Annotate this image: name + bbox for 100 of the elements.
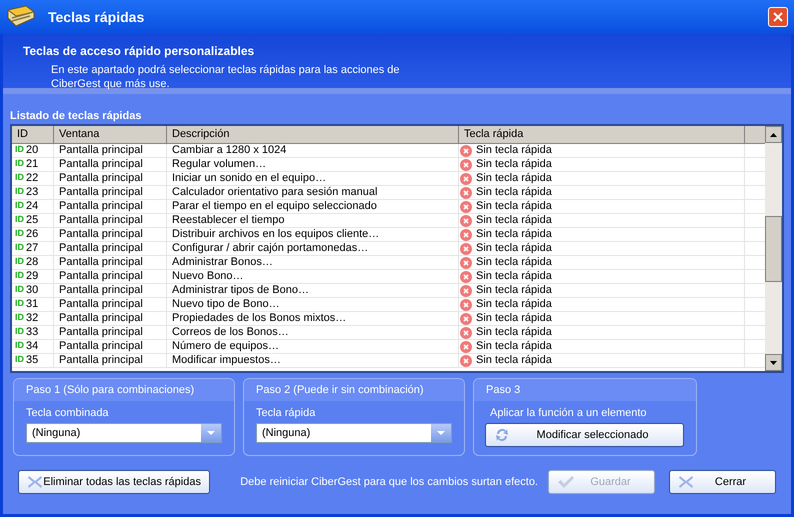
table-cell: 25 — [26, 214, 38, 227]
field-label: Tecla rápida — [256, 406, 316, 421]
dropdown[interactable]: (Ninguna) — [256, 423, 452, 443]
id-label: ID — [15, 312, 24, 324]
check-icon — [557, 475, 575, 489]
id-label: ID — [15, 144, 24, 156]
table-cell: Propiedades de los Bonos mixtos… — [172, 312, 346, 324]
table-cell: Sin tecla rápida — [476, 158, 552, 171]
table-cell: Sin tecla rápida — [476, 242, 552, 255]
table-cell: Sin tecla rápida — [476, 214, 552, 227]
error-icon — [460, 144, 472, 156]
id-label: ID — [15, 186, 24, 198]
column-header[interactable]: ID — [12, 126, 54, 143]
table-cell: Pantalla principal — [59, 242, 143, 254]
close-dialog-button[interactable]: Cerrar — [669, 470, 776, 494]
table-cell: Pantalla principal — [59, 144, 143, 156]
restart-notice: Debe reiniciar CiberGest para que los cambios surtan efecto. — [240, 474, 538, 490]
table-cell: 30 — [26, 284, 38, 297]
list-title: Listado de teclas rápidas — [10, 110, 142, 122]
table-cell: Configurar / abrir cajón portamonedas… — [172, 242, 368, 254]
table-cell: Sin tecla rápida — [476, 354, 552, 367]
table-cell: Reestablecer el tiempo — [172, 214, 285, 226]
table-cell: Parar el tiempo en el equipo seleccionado — [172, 200, 377, 212]
field-label: Tecla combinada — [26, 406, 110, 421]
dropdown-arrow-icon — [437, 431, 445, 435]
table-cell: Sin tecla rápida — [476, 326, 552, 339]
scrollbar[interactable] — [765, 126, 782, 371]
id-label: ID — [15, 326, 24, 338]
id-label: ID — [15, 340, 24, 352]
column-header[interactable]: Ventana — [54, 126, 167, 143]
table-cell: Iniciar un sonido en el equipo… — [172, 172, 326, 184]
table-cell: 29 — [26, 270, 38, 283]
table-cell: Pantalla principal — [59, 214, 143, 226]
table-cell: 24 — [26, 200, 38, 213]
error-icon — [460, 186, 472, 198]
dropdown[interactable]: (Ninguna) — [26, 423, 222, 443]
refresh-icon — [494, 427, 510, 443]
table-cell: 35 — [26, 354, 38, 367]
clear-all-button[interactable]: Eliminar todas las teclas rápidas — [18, 470, 210, 494]
table-cell: Pantalla principal — [59, 270, 143, 282]
id-label: ID — [15, 298, 24, 310]
close-icon — [773, 12, 783, 22]
table-cell: Sin tecla rápida — [476, 144, 552, 157]
x-icon — [678, 475, 694, 489]
column-header[interactable]: Descripción — [167, 126, 459, 143]
id-label: ID — [15, 200, 24, 212]
id-label: ID — [15, 270, 24, 282]
table-cell: Sin tecla rápida — [476, 200, 552, 213]
table-cell: Sin tecla rápida — [476, 340, 552, 353]
table-cell: 31 — [26, 298, 38, 311]
table-cell: Sin tecla rápida — [476, 298, 552, 311]
table-cell: Sin tecla rápida — [476, 270, 552, 283]
dropdown-arrow-icon — [207, 431, 215, 435]
id-label: ID — [15, 242, 24, 254]
error-icon — [460, 284, 472, 296]
table-cell: Regular volumen… — [172, 158, 266, 170]
table-cell: 34 — [26, 340, 38, 353]
header-title: Teclas de acceso rápido personalizables — [23, 43, 256, 60]
scrollbar-thumb[interactable] — [765, 216, 782, 282]
table-cell: Administrar tipos de Bono… — [172, 284, 309, 296]
table-cell: Pantalla principal — [59, 186, 143, 198]
table-cell: Pantalla principal — [59, 312, 143, 324]
error-icon — [460, 270, 472, 282]
table-cell: Sin tecla rápida — [476, 228, 552, 241]
id-label: ID — [15, 256, 24, 268]
id-label: ID — [15, 214, 24, 226]
error-icon — [460, 158, 472, 170]
table-cell: Número de equipos… — [172, 340, 280, 352]
modify-button[interactable]: Modificar seleccionado — [485, 423, 684, 447]
id-label: ID — [15, 172, 24, 184]
table-cell: Modificar impuestos… — [172, 354, 281, 366]
table-cell: Nuevo tipo de Bono… — [172, 298, 280, 310]
error-icon — [460, 340, 472, 352]
table-cell: Pantalla principal — [59, 158, 143, 170]
table-cell: 21 — [26, 158, 38, 171]
error-icon — [460, 326, 472, 338]
table-cell: Pantalla principal — [59, 340, 143, 352]
table-cell: Pantalla principal — [59, 172, 143, 184]
step-description: Aplicar la función a un elemento — [490, 406, 648, 421]
table-cell: Pantalla principal — [59, 354, 143, 366]
column-header[interactable]: Tecla rápida — [459, 126, 745, 143]
table-cell: 27 — [26, 242, 38, 255]
error-icon — [460, 312, 472, 324]
id-label: ID — [15, 354, 24, 366]
table-cell: Pantalla principal — [59, 284, 143, 296]
table-cell: 20 — [26, 144, 38, 157]
down-arrow-icon — [770, 360, 777, 364]
table-cell: Sin tecla rápida — [476, 172, 552, 185]
error-icon — [460, 200, 472, 212]
close-button[interactable] — [768, 7, 788, 27]
error-icon — [460, 298, 472, 310]
table-cell: Pantalla principal — [59, 200, 143, 212]
id-label: ID — [15, 158, 24, 170]
table-cell: 32 — [26, 312, 38, 325]
error-icon — [460, 256, 472, 268]
table-cell: Administrar Bonos… — [172, 256, 273, 268]
step-title: Paso 1 (Sólo para combinaciones) — [14, 379, 234, 401]
table-cell: Nuevo Bono… — [172, 270, 244, 282]
error-icon — [460, 214, 472, 226]
table-cell: Pantalla principal — [59, 256, 143, 268]
